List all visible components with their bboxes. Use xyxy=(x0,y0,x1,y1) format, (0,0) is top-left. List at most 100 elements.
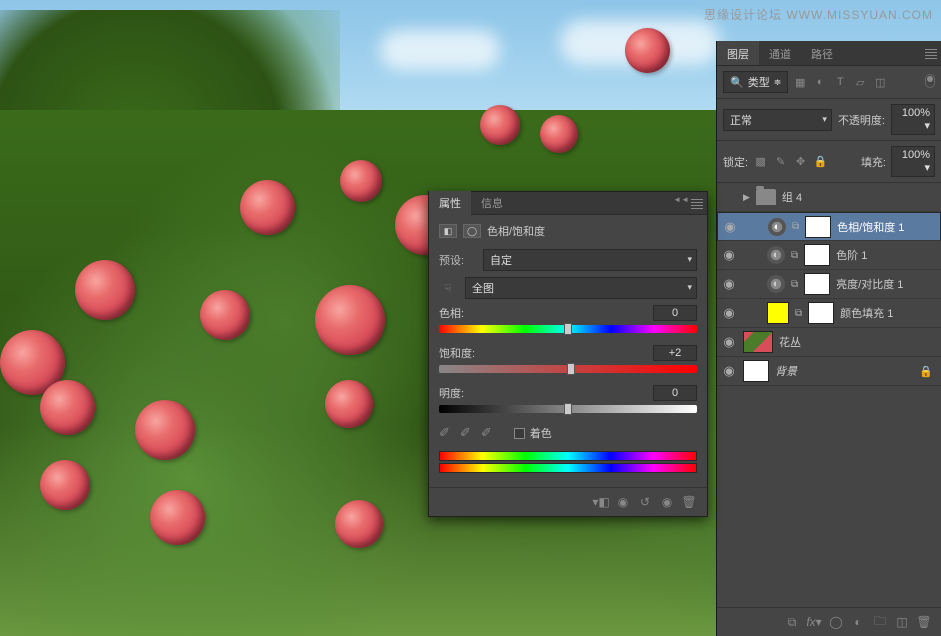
link-layers-icon[interactable]: ⧉ xyxy=(783,613,801,631)
layer-flowers[interactable]: ◉ 花丛 xyxy=(717,328,941,357)
checkbox-icon xyxy=(514,428,525,439)
new-group-icon[interactable]: 🗀 xyxy=(871,613,889,631)
layer-list: ▶ 组 4 ◉ ◐ ⧉ 色相/饱和度 1 ◉ ◐ ⧉ 色阶 1 ◉ ◐ ⧉ 亮度… xyxy=(717,183,941,386)
tab-paths[interactable]: 路径 xyxy=(801,41,843,65)
preset-select[interactable]: 自定▾ xyxy=(483,249,697,271)
tab-properties[interactable]: 属性 xyxy=(429,191,471,215)
color-fill-thumb[interactable] xyxy=(767,302,789,324)
preset-label: 预设: xyxy=(439,252,475,268)
hue-label: 色相: xyxy=(439,305,464,321)
adjustment-thumb-icon: ◐ xyxy=(767,275,785,293)
colorize-checkbox[interactable]: 着色 xyxy=(514,425,552,441)
layer-color-fill[interactable]: ◉ ⧉ 颜色填充 1 xyxy=(717,299,941,328)
new-adjustment-icon[interactable]: ◐ xyxy=(849,613,867,631)
targeted-adjustment-icon[interactable]: ☟ xyxy=(439,279,457,297)
hue-sat-icon: ◧ xyxy=(439,224,457,238)
link-icon: ⧉ xyxy=(791,279,798,290)
layer-type-filter[interactable]: 🔍类型 ≑ xyxy=(723,71,788,93)
lock-transparency-icon[interactable]: ▩ xyxy=(753,154,768,169)
folder-icon xyxy=(756,189,776,205)
rose xyxy=(150,490,205,545)
lightness-slider[interactable] xyxy=(439,405,697,413)
lock-label: 锁定: xyxy=(723,154,748,170)
panel-menu-icon[interactable] xyxy=(691,197,703,211)
hue-slider[interactable] xyxy=(439,325,697,333)
hue-strips xyxy=(439,451,697,473)
lock-pixels-icon[interactable]: ✎ xyxy=(773,154,788,169)
layer-brightness-contrast[interactable]: ◉ ◐ ⧉ 亮度/对比度 1 xyxy=(717,270,941,299)
new-layer-icon[interactable]: ◫ xyxy=(893,613,911,631)
properties-panel: 属性 信息 ◄◄ ◧ ◯ 色相/饱和度 预设: 自定▾ ☟ 全图▾ 色相: 0 xyxy=(428,191,708,517)
rose xyxy=(40,460,90,510)
mask-thumb[interactable] xyxy=(804,244,830,266)
eyedropper-plus-icon[interactable]: ✐ xyxy=(460,425,471,441)
lock-all-icon[interactable]: 🔒 xyxy=(813,154,828,169)
tab-layers[interactable]: 图层 xyxy=(717,41,759,65)
trash-icon[interactable]: 🗑 xyxy=(915,613,933,631)
filter-pixel-icon[interactable]: ▦ xyxy=(792,74,808,90)
link-icon: ⧉ xyxy=(791,250,798,261)
saturation-slider[interactable] xyxy=(439,365,697,373)
visibility-icon[interactable]: ◉ xyxy=(722,219,738,235)
saturation-value[interactable]: +2 xyxy=(653,345,697,361)
visibility-icon[interactable]: ◉ xyxy=(721,247,737,263)
adjustment-thumb-icon: ◐ xyxy=(768,218,786,236)
lock-position-icon[interactable]: ✥ xyxy=(793,154,808,169)
mask-thumb[interactable] xyxy=(808,302,834,324)
filter-smart-icon[interactable]: ◫ xyxy=(872,74,888,90)
adjustment-thumb-icon: ◐ xyxy=(767,246,785,264)
lightness-label: 明度: xyxy=(439,385,464,401)
layer-levels[interactable]: ◉ ◐ ⧉ 色阶 1 xyxy=(717,241,941,270)
rose xyxy=(135,400,195,460)
layer-fx-icon[interactable]: fx▾ xyxy=(805,613,823,631)
layers-footer: ⧉ fx▾ ◯ ◐ 🗀 ◫ 🗑 xyxy=(717,607,941,636)
layer-group[interactable]: ▶ 组 4 xyxy=(717,183,941,212)
mask-thumb[interactable] xyxy=(805,216,831,238)
reset-icon[interactable]: ↺ xyxy=(637,494,653,510)
adjustment-title: 色相/饱和度 xyxy=(487,223,545,239)
eyedropper-minus-icon[interactable]: ✐ xyxy=(481,425,492,441)
link-icon: ⧉ xyxy=(795,308,802,319)
add-mask-icon[interactable]: ◯ xyxy=(827,613,845,631)
trash-icon[interactable]: 🗑 xyxy=(681,494,697,510)
visibility-icon[interactable]: ◉ xyxy=(721,334,737,350)
filter-toggle-switch[interactable] xyxy=(925,74,935,88)
properties-header: 属性 信息 ◄◄ xyxy=(429,192,707,215)
view-previous-icon[interactable]: ◉ xyxy=(615,494,631,510)
image-thumb[interactable] xyxy=(743,360,769,382)
channel-select[interactable]: 全图▾ xyxy=(465,277,697,299)
image-thumb[interactable] xyxy=(743,331,773,353)
layers-panel: 图层 通道 路径 🔍类型 ≑ ▦ ◐ T ▱ ◫ 正常▾ 不透明度: 100% … xyxy=(716,41,941,636)
rose xyxy=(240,180,295,235)
panel-menu-icon[interactable] xyxy=(925,47,937,61)
filter-type-icon[interactable]: T xyxy=(832,74,848,90)
rose xyxy=(40,380,95,435)
mask-thumb[interactable] xyxy=(804,273,830,295)
tab-channels[interactable]: 通道 xyxy=(759,41,801,65)
collapse-icon[interactable]: ◄◄ xyxy=(673,196,689,203)
clip-to-layer-icon[interactable]: ▾◧ xyxy=(593,494,609,510)
rose xyxy=(340,160,382,202)
hue-value[interactable]: 0 xyxy=(653,305,697,321)
rose xyxy=(335,500,383,548)
expand-arrow-icon[interactable]: ▶ xyxy=(743,192,750,203)
visibility-icon[interactable]: ◉ xyxy=(721,276,737,292)
rose xyxy=(540,115,578,153)
layer-background[interactable]: ◉ 背景 🔒 xyxy=(717,357,941,386)
saturation-label: 饱和度: xyxy=(439,345,475,361)
blend-mode-select[interactable]: 正常▾ xyxy=(723,109,832,131)
lightness-value[interactable]: 0 xyxy=(653,385,697,401)
fill-value[interactable]: 100% ▾ xyxy=(891,146,935,177)
opacity-value[interactable]: 100% ▾ xyxy=(891,104,935,135)
eyedropper-icon[interactable]: ✐ xyxy=(439,425,450,441)
tab-info[interactable]: 信息 xyxy=(471,191,513,215)
layer-hue-saturation[interactable]: ◉ ◐ ⧉ 色相/饱和度 1 xyxy=(717,212,941,241)
filter-shape-icon[interactable]: ▱ xyxy=(852,74,868,90)
rose xyxy=(325,380,373,428)
rose xyxy=(315,285,385,355)
filter-adjustment-icon[interactable]: ◐ xyxy=(812,74,828,90)
visibility-icon[interactable]: ◉ xyxy=(721,305,737,321)
cloud xyxy=(380,30,500,70)
visibility-icon[interactable]: ◉ xyxy=(721,363,737,379)
toggle-visibility-icon[interactable]: ◉ xyxy=(659,494,675,510)
